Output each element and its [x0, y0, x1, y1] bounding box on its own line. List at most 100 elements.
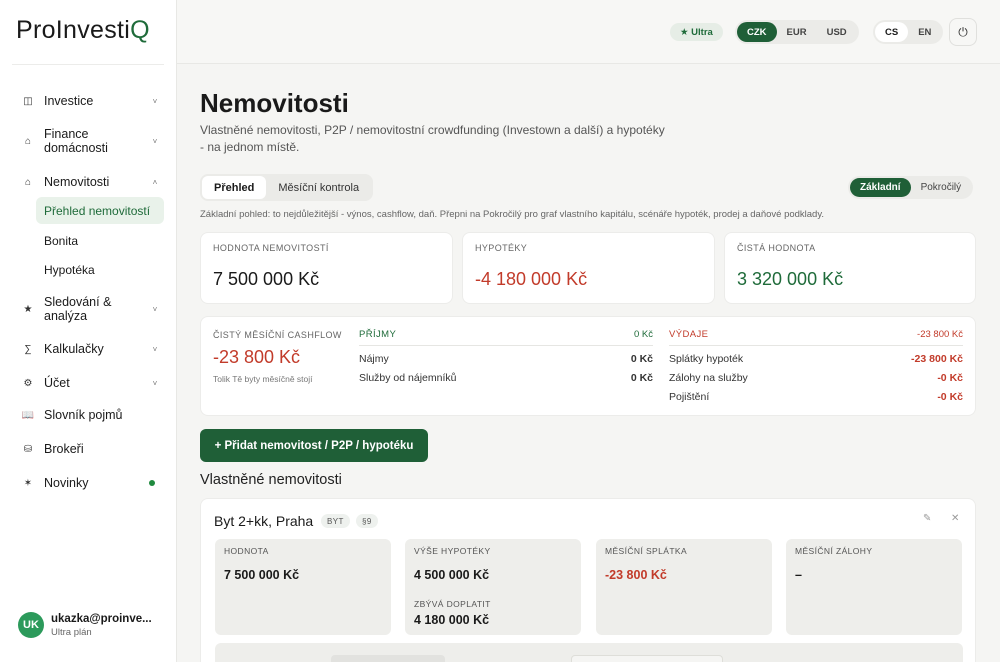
kpi-label: ČISTÁ HODNOTA	[737, 243, 816, 253]
page-subtitle: Vlastněné nemovitosti, P2P / nemovitostn…	[200, 123, 665, 154]
sigma-icon: ∑	[24, 343, 32, 355]
logout-button[interactable]: ⏻	[949, 18, 977, 46]
currency-eur[interactable]: EUR	[777, 22, 817, 42]
sidebar-item-finance[interactable]: ⌂ Finance domácnosti ˅	[12, 126, 164, 156]
book-icon: 📖	[21, 409, 35, 421]
sidebar: ProInvestiQ ◫ Investice ˅ ⌂ Finance domá…	[0, 0, 177, 662]
chevron-down-icon: ˅	[152, 304, 158, 314]
sidebar-subitem-hypoteka[interactable]: Hypotéka	[36, 256, 164, 283]
cashflow-card: ČISTÝ MĚSÍČNÍ CASHFLOW -23 800 Kč Tolik …	[200, 316, 976, 416]
kpi-card-hypoteky: HYPOTÉKY -4 180 000 Kč	[462, 232, 715, 304]
income-column: PŘÍJMY 0 Kč Nájmy 0 Kč Služby od nájemník…	[359, 329, 653, 384]
income-total: 0 Kč	[633, 329, 653, 340]
plan-badge: ★ Ultra	[670, 23, 723, 41]
kpi-card-hodnota: HODNOTA NEMOVITOSTÍ 7 500 000 Kč	[200, 232, 453, 304]
list-item: Splátky hypoték -23 800 Kč	[669, 353, 963, 365]
mode-switcher: Základní Pokročilý	[848, 176, 974, 199]
kpi-value: 7 500 000 Kč	[213, 269, 320, 289]
list-item: Nájmy 0 Kč	[359, 353, 653, 365]
sidebar-item-ucet[interactable]: ⚙ Účet ˅	[12, 375, 164, 391]
sidebar-item-sledovani[interactable]: ★ Sledování & analýza ˅	[12, 294, 164, 324]
kpi-card-cista-hodnota: ČISTÁ HODNOTA 3 320 000 Kč	[724, 232, 976, 304]
language-en[interactable]: EN	[908, 22, 941, 42]
sidebar-item-label: Finance domácnosti	[44, 127, 108, 155]
list-item: Služby od nájemníků 0 Kč	[359, 372, 653, 384]
chevron-up-icon: ˄	[152, 177, 158, 187]
tile-hodnota: HODNOTA 7 500 000 Kč	[215, 539, 391, 635]
tile-mesicni-splatka: MĚSÍČNÍ SPLÁTKA -23 800 Kč	[596, 539, 772, 635]
database-icon: ⛁	[23, 443, 33, 455]
sidebar-item-label: Nemovitosti	[44, 175, 110, 189]
tab-mesicni-kontrola[interactable]: Měsíční kontrola	[266, 176, 371, 199]
edit-icon[interactable]: ✎	[923, 513, 931, 524]
mode-pokrocily[interactable]: Pokročilý	[911, 178, 972, 197]
expenses-total: -23 800 Kč	[917, 329, 963, 340]
sidebar-item-label: Investice	[44, 94, 94, 108]
mode-zakladni[interactable]: Základní	[850, 178, 911, 197]
chevron-down-icon: ˅	[152, 136, 158, 146]
avatar: UK	[18, 612, 44, 638]
topbar: ★ Ultra CZK EUR USD CS EN ⏻	[177, 0, 1000, 64]
home-icon: ⌂	[24, 135, 32, 147]
gear-icon: ⚙	[23, 377, 33, 389]
kpi-label: HYPOTÉKY	[475, 243, 528, 253]
sidebar-item-label: Brokeři	[44, 442, 84, 456]
new-indicator-dot	[149, 480, 155, 486]
section-title-owned: Vlastněné nemovitosti	[200, 472, 342, 488]
expenses-column: VÝDAJE -23 800 Kč Splátky hypoték -23 800…	[669, 329, 963, 403]
kpi-label: HODNOTA NEMOVITOSTÍ	[213, 243, 329, 253]
currency-usd[interactable]: USD	[817, 22, 857, 42]
brand-logo[interactable]: ProInvestiQ	[16, 16, 150, 45]
property-card: Byt 2+kk, Praha BYT §9 ✎ ✕ HODNOTA 7 500…	[200, 498, 976, 662]
user-plan: Ultra plán	[51, 626, 92, 638]
house-icon: ⌂	[24, 176, 32, 188]
cashflow-note: Tolik Tě byty měsíčně stojí	[213, 374, 313, 384]
language-cs[interactable]: CS	[875, 22, 909, 42]
currency-switcher: CZK EUR USD	[735, 20, 859, 44]
sidebar-item-brokeri[interactable]: ⛁ Brokeři	[12, 441, 164, 457]
property-detail-tab[interactable]	[331, 655, 445, 662]
property-tag-tax: §9	[356, 514, 378, 528]
property-name: Byt 2+kk, Praha	[214, 513, 314, 529]
cashflow-label: ČISTÝ MĚSÍČNÍ CASHFLOW	[213, 330, 342, 340]
sidebar-item-nemovitosti[interactable]: ⌂ Nemovitosti ˄	[12, 174, 164, 190]
tile-vyse-hypoteky: VÝŠE HYPOTÉKY 4 500 000 Kč ZBÝVÁ DOPLATI…	[405, 539, 581, 635]
list-item: Pojištění -0 Kč	[669, 391, 963, 403]
chevron-down-icon: ˅	[152, 344, 158, 354]
sparkle-icon: ✶	[23, 477, 33, 489]
expenses-title: VÝDAJE	[669, 329, 709, 340]
add-property-button[interactable]: + Přidat nemovitost / P2P / hypotéku	[200, 429, 428, 462]
sidebar-item-investice[interactable]: ◫ Investice ˅	[12, 93, 164, 109]
kpi-value: 3 320 000 Kč	[737, 269, 844, 289]
grid-icon: ◫	[23, 95, 33, 107]
income-title: PŘÍJMY	[359, 329, 397, 340]
kpi-value: -4 180 000 Kč	[475, 269, 588, 289]
sidebar-item-label: Novinky	[44, 476, 89, 490]
list-item: Zálohy na služby -0 Kč	[669, 372, 963, 384]
user-email: ukazka@proinve...	[51, 612, 152, 625]
sidebar-subitem-prehled[interactable]: Přehled nemovitostí	[36, 197, 164, 224]
tab-prehled[interactable]: Přehled	[202, 176, 267, 199]
property-detail-select[interactable]	[571, 655, 723, 662]
power-icon: ⏻	[958, 24, 968, 39]
close-icon[interactable]: ✕	[951, 513, 959, 524]
sidebar-item-novinky[interactable]: ✶ Novinky	[12, 475, 164, 491]
sidebar-subitem-bonita[interactable]: Bonita	[36, 227, 164, 254]
sidebar-item-label: Účet	[44, 376, 70, 390]
currency-czk[interactable]: CZK	[737, 22, 777, 42]
view-tabs: Přehled Měsíční kontrola	[200, 174, 374, 201]
sidebar-item-kalkulacky[interactable]: ∑ Kalkulačky ˅	[12, 341, 164, 357]
cashflow-value: -23 800 Kč	[213, 347, 301, 367]
chevron-down-icon: ˅	[152, 378, 158, 388]
user-profile[interactable]: UK ukazka@proinve... Ultra plán	[18, 612, 152, 638]
property-tag-type: BYT	[321, 514, 350, 528]
tile-mesicni-zalohy: MĚSÍČNÍ ZÁLOHY –	[786, 539, 962, 635]
sidebar-item-slovnik[interactable]: 📖 Slovník pojmů	[12, 407, 164, 423]
divider	[12, 64, 164, 65]
mode-hint: Základní pohled: to nejdůležitější - výn…	[200, 209, 825, 220]
language-switcher: CS EN	[873, 20, 944, 44]
page-title: Nemovitosti	[200, 88, 349, 118]
chevron-down-icon: ˅	[152, 96, 158, 106]
sidebar-item-label: Kalkulačky	[44, 342, 104, 356]
star-icon: ★	[23, 303, 33, 315]
